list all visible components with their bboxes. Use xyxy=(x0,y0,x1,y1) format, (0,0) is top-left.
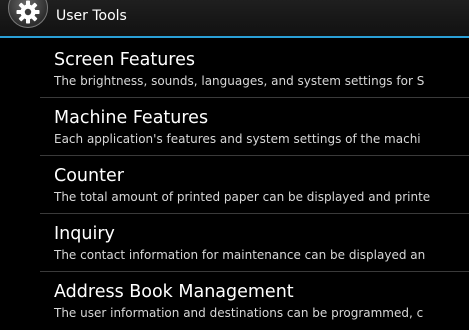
menu-item-counter[interactable]: Counter The total amount of printed pape… xyxy=(40,156,469,214)
menu-item-title: Inquiry xyxy=(54,224,115,244)
user-tools-button[interactable] xyxy=(8,0,48,28)
menu-item-title: Screen Features xyxy=(54,50,195,70)
menu-item-title: Machine Features xyxy=(54,108,209,128)
menu-item-title: Address Book Management xyxy=(54,282,294,302)
menu-item-description: The contact information for maintenance … xyxy=(54,248,426,262)
gear-icon xyxy=(16,0,40,24)
menu-item-description: The brightness, sounds, languages, and s… xyxy=(54,74,425,88)
menu-item-description: The user information and destinations ca… xyxy=(54,306,424,320)
menu-item-address-book-management[interactable]: Address Book Management The user informa… xyxy=(40,272,469,329)
menu-item-description: The total amount of printed paper can be… xyxy=(54,190,431,204)
page-title: User Tools xyxy=(56,8,127,24)
menu-item-description: Each application's features and system s… xyxy=(54,132,421,146)
menu-item-inquiry[interactable]: Inquiry The contact information for main… xyxy=(40,214,469,272)
menu-item-machine-features[interactable]: Machine Features Each application's feat… xyxy=(40,98,469,156)
title-bar: User Tools xyxy=(0,0,469,38)
user-tools-menu: Screen Features The brightness, sounds, … xyxy=(0,40,469,329)
menu-item-screen-features[interactable]: Screen Features The brightness, sounds, … xyxy=(40,40,469,98)
menu-item-title: Counter xyxy=(54,166,124,186)
